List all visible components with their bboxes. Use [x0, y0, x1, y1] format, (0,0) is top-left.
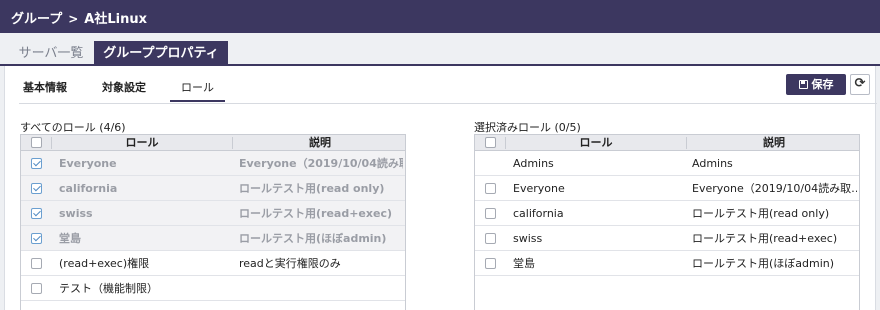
role-name-cell: 堂島: [513, 257, 535, 270]
row-checkbox[interactable]: [31, 183, 42, 194]
column-header-description[interactable]: 説明: [233, 135, 405, 151]
role-name-cell: california: [513, 207, 564, 220]
content-panel: 基本情報 対象設定 ロール 保存 ⟳ すべてのロール (4/6) 選択済みロール…: [4, 66, 877, 310]
role-description-cell: ロールテスト用(ほぼadmin): [239, 232, 387, 245]
subtab-target-settings[interactable]: 対象設定: [102, 79, 146, 95]
refresh-button[interactable]: ⟳: [850, 74, 870, 95]
row-checkbox[interactable]: [485, 208, 496, 219]
top-header: グループ > A社Linux: [0, 0, 880, 33]
subtab-roles[interactable]: ロール: [170, 79, 225, 95]
select-all-checkbox[interactable]: [485, 137, 496, 148]
subtab-basic-info[interactable]: 基本情報: [23, 79, 67, 95]
row-checkbox[interactable]: [485, 183, 496, 194]
subtab-divider: [19, 103, 877, 104]
role-name-cell: (read+exec)権限: [59, 257, 150, 270]
table-row[interactable]: california ロールテスト用(read only): [475, 201, 859, 226]
table-row[interactable]: Everyone Everyone（2019/10/04読み取…: [21, 151, 405, 176]
role-description-cell: ロールテスト用(read+exec): [239, 207, 392, 220]
selected-roles-title: 選択済みロール (0/5): [474, 121, 581, 134]
role-description-cell: ロールテスト用(ほぼadmin): [692, 257, 835, 270]
table-row[interactable]: 堂島 ロールテスト用(ほぼadmin): [475, 251, 859, 276]
table-header: ロール 説明: [475, 135, 859, 151]
all-roles-title: すべてのロール (4/6): [20, 121, 126, 134]
table-row[interactable]: テスト（機能制限）: [21, 276, 405, 301]
role-description-cell: ロールテスト用(read only): [692, 207, 830, 220]
role-name-cell: swiss: [513, 232, 543, 245]
row-checkbox[interactable]: [31, 233, 42, 244]
select-all-checkbox[interactable]: [31, 137, 42, 148]
role-name-cell: Everyone: [513, 182, 565, 195]
save-label: 保存: [811, 78, 834, 91]
row-checkbox[interactable]: [31, 258, 42, 269]
role-name-cell: Everyone: [59, 157, 117, 170]
row-checkbox[interactable]: [31, 283, 42, 294]
role-description-cell: Everyone（2019/10/04読み取…: [692, 182, 857, 195]
role-description-cell: readと実行権限のみ: [239, 257, 341, 270]
column-header-role[interactable]: ロール: [52, 135, 232, 151]
table-row[interactable]: Admins Admins: [475, 151, 859, 176]
role-name-cell: テスト（機能制限）: [59, 282, 158, 295]
role-name-cell: 堂島: [59, 232, 81, 245]
breadcrumb-current: A社Linux: [84, 12, 147, 27]
all-roles-table: ロール 説明 Everyone Everyone（2019/10/04読み取… ca…: [20, 134, 406, 310]
refresh-icon: ⟳: [854, 76, 866, 91]
role-name-cell: california: [59, 182, 118, 195]
role-description-cell: Everyone（2019/10/04読み取…: [239, 157, 403, 170]
tab-server-list[interactable]: サーバ一覧: [12, 41, 90, 66]
column-header-description[interactable]: 説明: [687, 135, 859, 151]
breadcrumb-group-link[interactable]: グループ: [11, 12, 62, 27]
selected-roles-table: ロール 説明 Admins Admins Everyone Everyone（2019…: [474, 134, 860, 310]
role-name-cell: swiss: [59, 207, 93, 220]
save-button[interactable]: 保存: [786, 74, 846, 95]
table-row[interactable]: swiss ロールテスト用(read+exec): [475, 226, 859, 251]
breadcrumb: グループ > A社Linux: [11, 8, 147, 27]
role-description-cell: ロールテスト用(read only): [239, 182, 385, 195]
table-row[interactable]: 堂島 ロールテスト用(ほぼadmin): [21, 226, 405, 251]
row-checkbox[interactable]: [485, 233, 496, 244]
save-icon: [798, 80, 808, 89]
breadcrumb-separator: >: [68, 12, 79, 26]
table-row[interactable]: (read+exec)権限 readと実行権限のみ: [21, 251, 405, 276]
main-tabs: サーバ一覧 グループプロパティ: [0, 33, 880, 66]
role-name-cell: Admins: [513, 157, 554, 170]
active-subtab-indicator: [170, 100, 225, 102]
table-row[interactable]: california ロールテスト用(read only): [21, 176, 405, 201]
tab-group-properties[interactable]: グループプロパティ: [94, 41, 228, 66]
table-header: ロール 説明: [21, 135, 405, 151]
row-checkbox[interactable]: [31, 208, 42, 219]
row-checkbox[interactable]: [485, 258, 496, 269]
table-row[interactable]: swiss ロールテスト用(read+exec): [21, 201, 405, 226]
role-description-cell: ロールテスト用(read+exec): [692, 232, 838, 245]
row-checkbox[interactable]: [31, 158, 42, 169]
table-row[interactable]: Everyone Everyone（2019/10/04読み取…: [475, 176, 859, 201]
column-header-role[interactable]: ロール: [506, 135, 686, 151]
role-description-cell: Admins: [692, 157, 733, 170]
